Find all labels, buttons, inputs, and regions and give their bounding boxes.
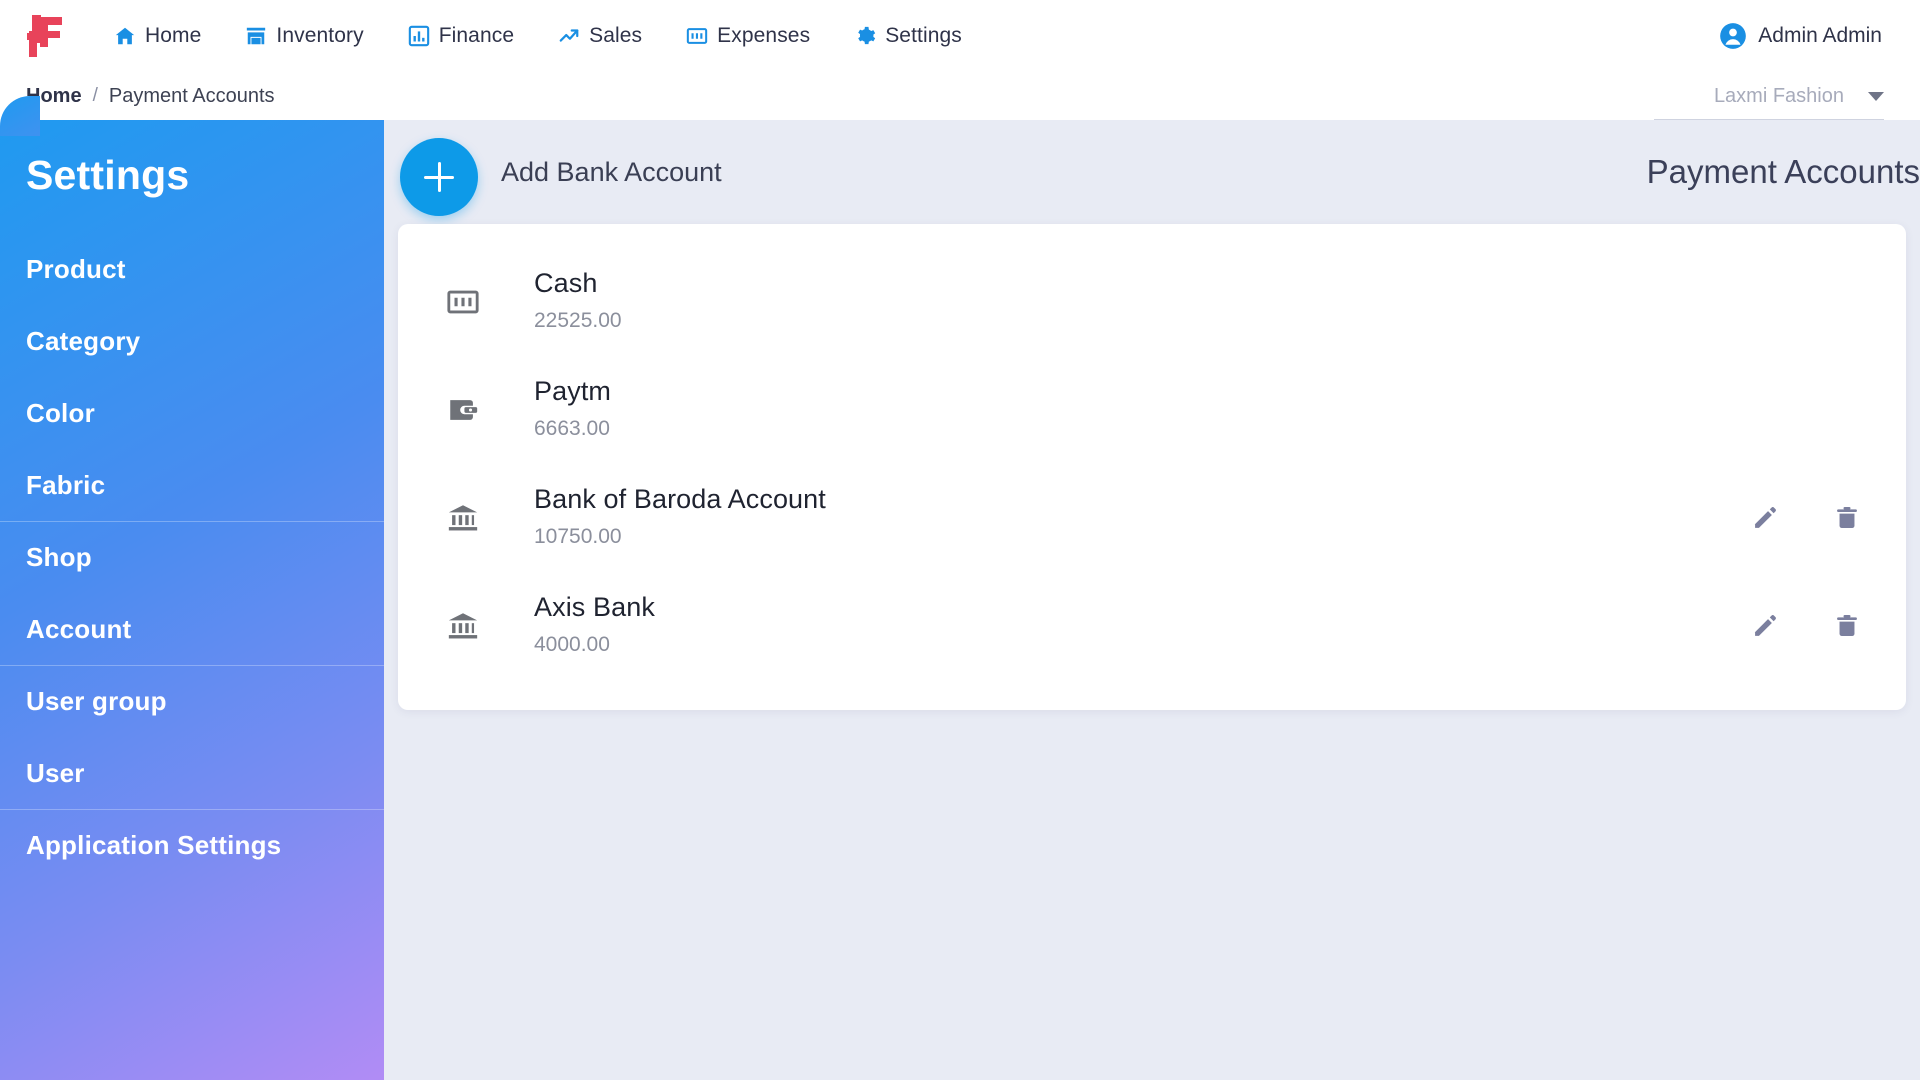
account-name: Paytm [534, 376, 612, 407]
banknote-icon [440, 279, 486, 325]
sidebar-item-category[interactable]: Category [0, 305, 384, 377]
chevron-down-icon [1868, 91, 1884, 101]
edit-account-button[interactable] [1750, 611, 1780, 641]
user-name: Admin Admin [1758, 24, 1882, 47]
row-actions [1750, 572, 1862, 680]
gear-icon [854, 25, 876, 47]
breadcrumb-bar: Home / Payment Accounts Laxmi Fashion [0, 72, 1920, 120]
nav-item-label: Home [145, 24, 202, 47]
delete-account-button[interactable] [1832, 611, 1862, 641]
account-info: Axis Bank 4000.00 [534, 591, 655, 660]
sidebar-item-account[interactable]: Account [0, 593, 384, 665]
nav-item-finance[interactable]: Finance [386, 0, 536, 72]
nav-item-inventory[interactable]: Inventory [223, 0, 385, 72]
sidebar-item-application-settings[interactable]: Application Settings [0, 809, 384, 881]
account-row-cash[interactable]: Cash 22525.00 [398, 248, 1906, 356]
account-amount: 6663.00 [534, 417, 610, 441]
account-info: Cash 22525.00 [534, 267, 622, 336]
accounts-card: Cash 22525.00 Paytm 6663.00 Bank of Baro… [398, 224, 1906, 710]
pencil-icon [1755, 507, 1776, 528]
account-amount: 22525.00 [534, 309, 622, 333]
accounts-list: Cash 22525.00 Paytm 6663.00 Bank of Baro… [398, 224, 1906, 680]
sidebar-corner-mask [0, 96, 40, 136]
trending-up-icon [558, 25, 580, 47]
app-logo[interactable] [0, 0, 92, 72]
breadcrumb-separator: / [92, 85, 98, 106]
account-name: Axis Bank [534, 592, 655, 623]
sidebar-item-product[interactable]: Product [0, 233, 384, 305]
top-navigation-bar: Home Inventory Finance Sales Expenses Se… [0, 0, 1920, 72]
bank-icon [440, 603, 486, 649]
row-actions [1750, 464, 1862, 572]
sidebar-item-color[interactable]: Color [0, 377, 384, 449]
nav-item-sales[interactable]: Sales [536, 0, 664, 72]
nav-item-label: Inventory [276, 24, 364, 47]
account-info: Bank of Baroda Account 10750.00 [534, 483, 826, 552]
edit-account-button[interactable] [1750, 503, 1780, 533]
delete-account-button[interactable] [1832, 503, 1862, 533]
banknote-icon [686, 25, 708, 47]
account-name: Bank of Baroda Account [534, 484, 826, 515]
sidebar-item-fabric[interactable]: Fabric [0, 449, 384, 521]
store-icon [245, 25, 267, 47]
account-amount: 10750.00 [534, 525, 622, 549]
nav-item-expenses[interactable]: Expenses [664, 0, 832, 72]
user-menu[interactable]: Admin Admin [1719, 0, 1882, 72]
account-name: Cash [534, 268, 598, 299]
wallet-icon [440, 387, 486, 433]
account-circle-icon [1720, 23, 1747, 49]
sidebar-menu: Product Category Color Fabric Shop Accou… [0, 233, 384, 881]
nav-item-label: Expenses [717, 24, 811, 47]
add-bank-account-label[interactable]: Add Bank Account [501, 120, 722, 224]
lf-monogram-icon [27, 15, 62, 57]
main-header: Add Bank Account Payment Accounts [384, 120, 1920, 224]
bank-icon [440, 495, 486, 541]
nav-item-home[interactable]: Home [92, 0, 223, 72]
sidebar-item-user-group[interactable]: User group [0, 665, 384, 737]
account-row-bank-of-baroda[interactable]: Bank of Baroda Account 10750.00 [398, 464, 1906, 572]
sidebar-item-user[interactable]: User [0, 737, 384, 809]
sidebar-item-shop[interactable]: Shop [0, 521, 384, 593]
trash-icon [1837, 615, 1857, 637]
shop-selector-underline [1654, 119, 1884, 120]
sidebar-title: Settings [26, 152, 190, 198]
account-amount: 4000.00 [534, 633, 610, 657]
shop-selector[interactable]: Laxmi Fashion [1714, 72, 1884, 120]
account-info: Paytm 6663.00 [534, 375, 611, 444]
nav-item-settings[interactable]: Settings [832, 0, 984, 72]
bar-chart-icon [408, 25, 430, 47]
nav-item-label: Sales [589, 24, 643, 47]
nav-item-label: Finance [438, 24, 515, 47]
breadcrumb: Home / Payment Accounts [26, 72, 275, 120]
main-content: Add Bank Account Payment Accounts Cash 2… [384, 120, 1920, 1080]
nav-items: Home Inventory Finance Sales Expenses Se… [92, 0, 984, 72]
shop-selector-value: Laxmi Fashion [1713, 84, 1844, 107]
breadcrumb-current: Payment Accounts [108, 84, 275, 107]
account-row-paytm[interactable]: Paytm 6663.00 [398, 356, 1906, 464]
nav-item-label: Settings [885, 24, 962, 47]
trash-icon [1837, 507, 1857, 529]
account-row-axis-bank[interactable]: Axis Bank 4000.00 [398, 572, 1906, 680]
page-title: Payment Accounts [1646, 153, 1920, 190]
pencil-icon [1755, 615, 1776, 636]
add-bank-account-button[interactable] [400, 138, 478, 216]
settings-sidebar: Settings Product Category Color Fabric S… [0, 120, 384, 1080]
home-icon [114, 25, 136, 47]
